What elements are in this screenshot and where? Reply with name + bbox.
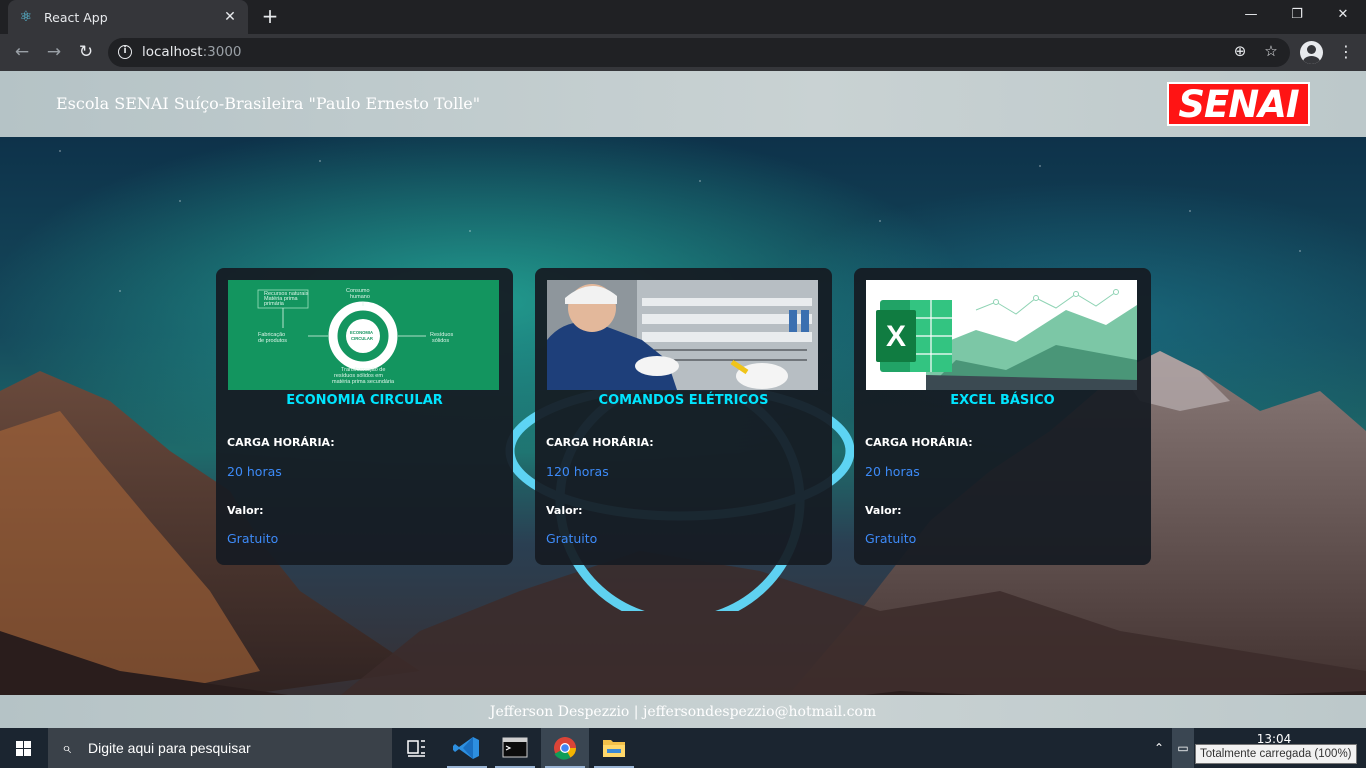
price-label: Valor:	[546, 504, 583, 517]
eco-label-7: CIRCULAR	[351, 336, 373, 341]
browser-toolbar: ← → ↻ i localhost:3000 ⊕ ☆ ⋮	[0, 34, 1366, 71]
eco-label-3: primária	[264, 301, 285, 307]
eco-label-14: matéria prima secundária	[332, 379, 395, 385]
course-title: EXCEL BÁSICO	[950, 393, 1055, 408]
excel-basico-image: X	[866, 280, 1137, 390]
react-icon: ⚛	[19, 9, 33, 25]
browser-tabstrip: ⚛ React App ✕ + — ❐ ✕	[0, 0, 1366, 34]
taskbar-search-input[interactable]: ⌕ Digite aqui para pesquisar	[48, 728, 392, 768]
price-value: Gratuito	[546, 531, 598, 546]
site-info-icon[interactable]: i	[118, 45, 132, 59]
eco-label-11: sólidos	[432, 338, 449, 344]
course-card-economia-circular[interactable]: Recursos naturais Matéria prima primária…	[216, 268, 513, 565]
search-placeholder: Digite aqui para pesquisar	[88, 740, 251, 756]
svg-text:X: X	[886, 320, 906, 353]
forward-arrow-icon[interactable]: →	[42, 41, 66, 65]
eco-label-5: humano	[350, 294, 370, 300]
eco-label-6: ECONOMIA	[350, 330, 373, 335]
windows-logo-icon	[16, 741, 32, 756]
search-icon: ⌕	[62, 738, 71, 757]
tab-title: React App	[44, 9, 108, 25]
browser-tab[interactable]: ⚛ React App ✕	[8, 0, 248, 34]
folder-icon	[603, 740, 625, 757]
footer-text: Jefferson Despezzio | jeffersondespezzio…	[489, 704, 877, 720]
zoom-icon[interactable]: ⊕	[1229, 42, 1251, 60]
eco-label-9: de produtos	[258, 338, 287, 344]
course-card-comandos-eletricos[interactable]: COMANDOS ELÉTRICOS CARGA HORÁRIA: 120 ho…	[535, 268, 832, 565]
battery-icon[interactable]: ▭	[1172, 728, 1194, 768]
course-title: ECONOMIA CIRCULAR	[286, 393, 443, 408]
chevron-up-icon[interactable]: ⌃	[1150, 728, 1168, 768]
senai-logo: SENAI	[1167, 82, 1310, 126]
address-bar[interactable]: i localhost:3000 ⊕ ☆	[108, 38, 1290, 67]
close-window-button[interactable]: ✕	[1320, 0, 1366, 30]
start-button[interactable]	[0, 728, 48, 768]
hours-value: 120 horas	[546, 464, 609, 479]
course-title: COMANDOS ELÉTRICOS	[598, 393, 769, 408]
course-card-excel-basico[interactable]: X EXCEL BÁSICO CARGA HORÁRIA: 20 horas V…	[854, 268, 1151, 565]
restore-window-button[interactable]: ❐	[1274, 0, 1320, 30]
chrome-icon	[554, 737, 576, 760]
task-view-button[interactable]	[392, 728, 440, 768]
course-cards: Recursos naturais Matéria prima primária…	[216, 268, 1151, 565]
battery-tooltip: Totalmente carregada (100%)	[1195, 744, 1357, 764]
profile-avatar-icon[interactable]	[1300, 41, 1323, 64]
back-arrow-icon[interactable]: ←	[10, 41, 34, 65]
hours-label: CARGA HORÁRIA:	[546, 436, 654, 449]
vscode-icon	[453, 737, 479, 759]
new-tab-button[interactable]: +	[258, 6, 282, 28]
taskbar-terminal[interactable]	[491, 728, 539, 768]
page-title: Escola SENAI Suíço-Brasileira "Paulo Ern…	[56, 94, 481, 113]
site-header: Escola SENAI Suíço-Brasileira "Paulo Ern…	[0, 71, 1366, 137]
taskbar-chrome[interactable]	[541, 728, 589, 768]
minimize-window-button[interactable]: —	[1228, 0, 1274, 30]
reload-icon[interactable]: ↻	[74, 41, 98, 65]
hours-label: CARGA HORÁRIA:	[227, 436, 335, 449]
windows-taskbar: ⌕ Digite aqui para pesquisar ⌃ ▭ 13:04	[0, 728, 1366, 768]
price-label: Valor:	[227, 504, 264, 517]
hours-value: 20 horas	[865, 464, 920, 479]
senai-logo-text: SENAI	[1178, 82, 1299, 126]
comandos-eletricos-image	[547, 280, 818, 390]
price-label: Valor:	[865, 504, 902, 517]
hours-value: 20 horas	[227, 464, 282, 479]
taskbar-vscode[interactable]	[443, 728, 491, 768]
terminal-icon	[502, 737, 528, 758]
page-viewport: Escola SENAI Suíço-Brasileira "Paulo Ern…	[0, 71, 1366, 728]
url-text: localhost:3000	[142, 44, 242, 60]
url-host: localhost	[142, 44, 203, 60]
task-view-icon	[407, 740, 425, 757]
taskbar-file-explorer[interactable]	[590, 728, 638, 768]
price-value: Gratuito	[227, 531, 279, 546]
site-footer: Jefferson Despezzio | jeffersondespezzio…	[0, 695, 1366, 728]
bookmark-star-icon[interactable]: ☆	[1260, 42, 1282, 60]
url-port: :3000	[202, 44, 242, 60]
browser-menu-icon[interactable]: ⋮	[1338, 41, 1354, 65]
economia-circular-image: Recursos naturais Matéria prima primária…	[228, 280, 499, 390]
price-value: Gratuito	[865, 531, 917, 546]
hours-label: CARGA HORÁRIA:	[865, 436, 973, 449]
close-tab-icon[interactable]: ✕	[222, 9, 238, 25]
